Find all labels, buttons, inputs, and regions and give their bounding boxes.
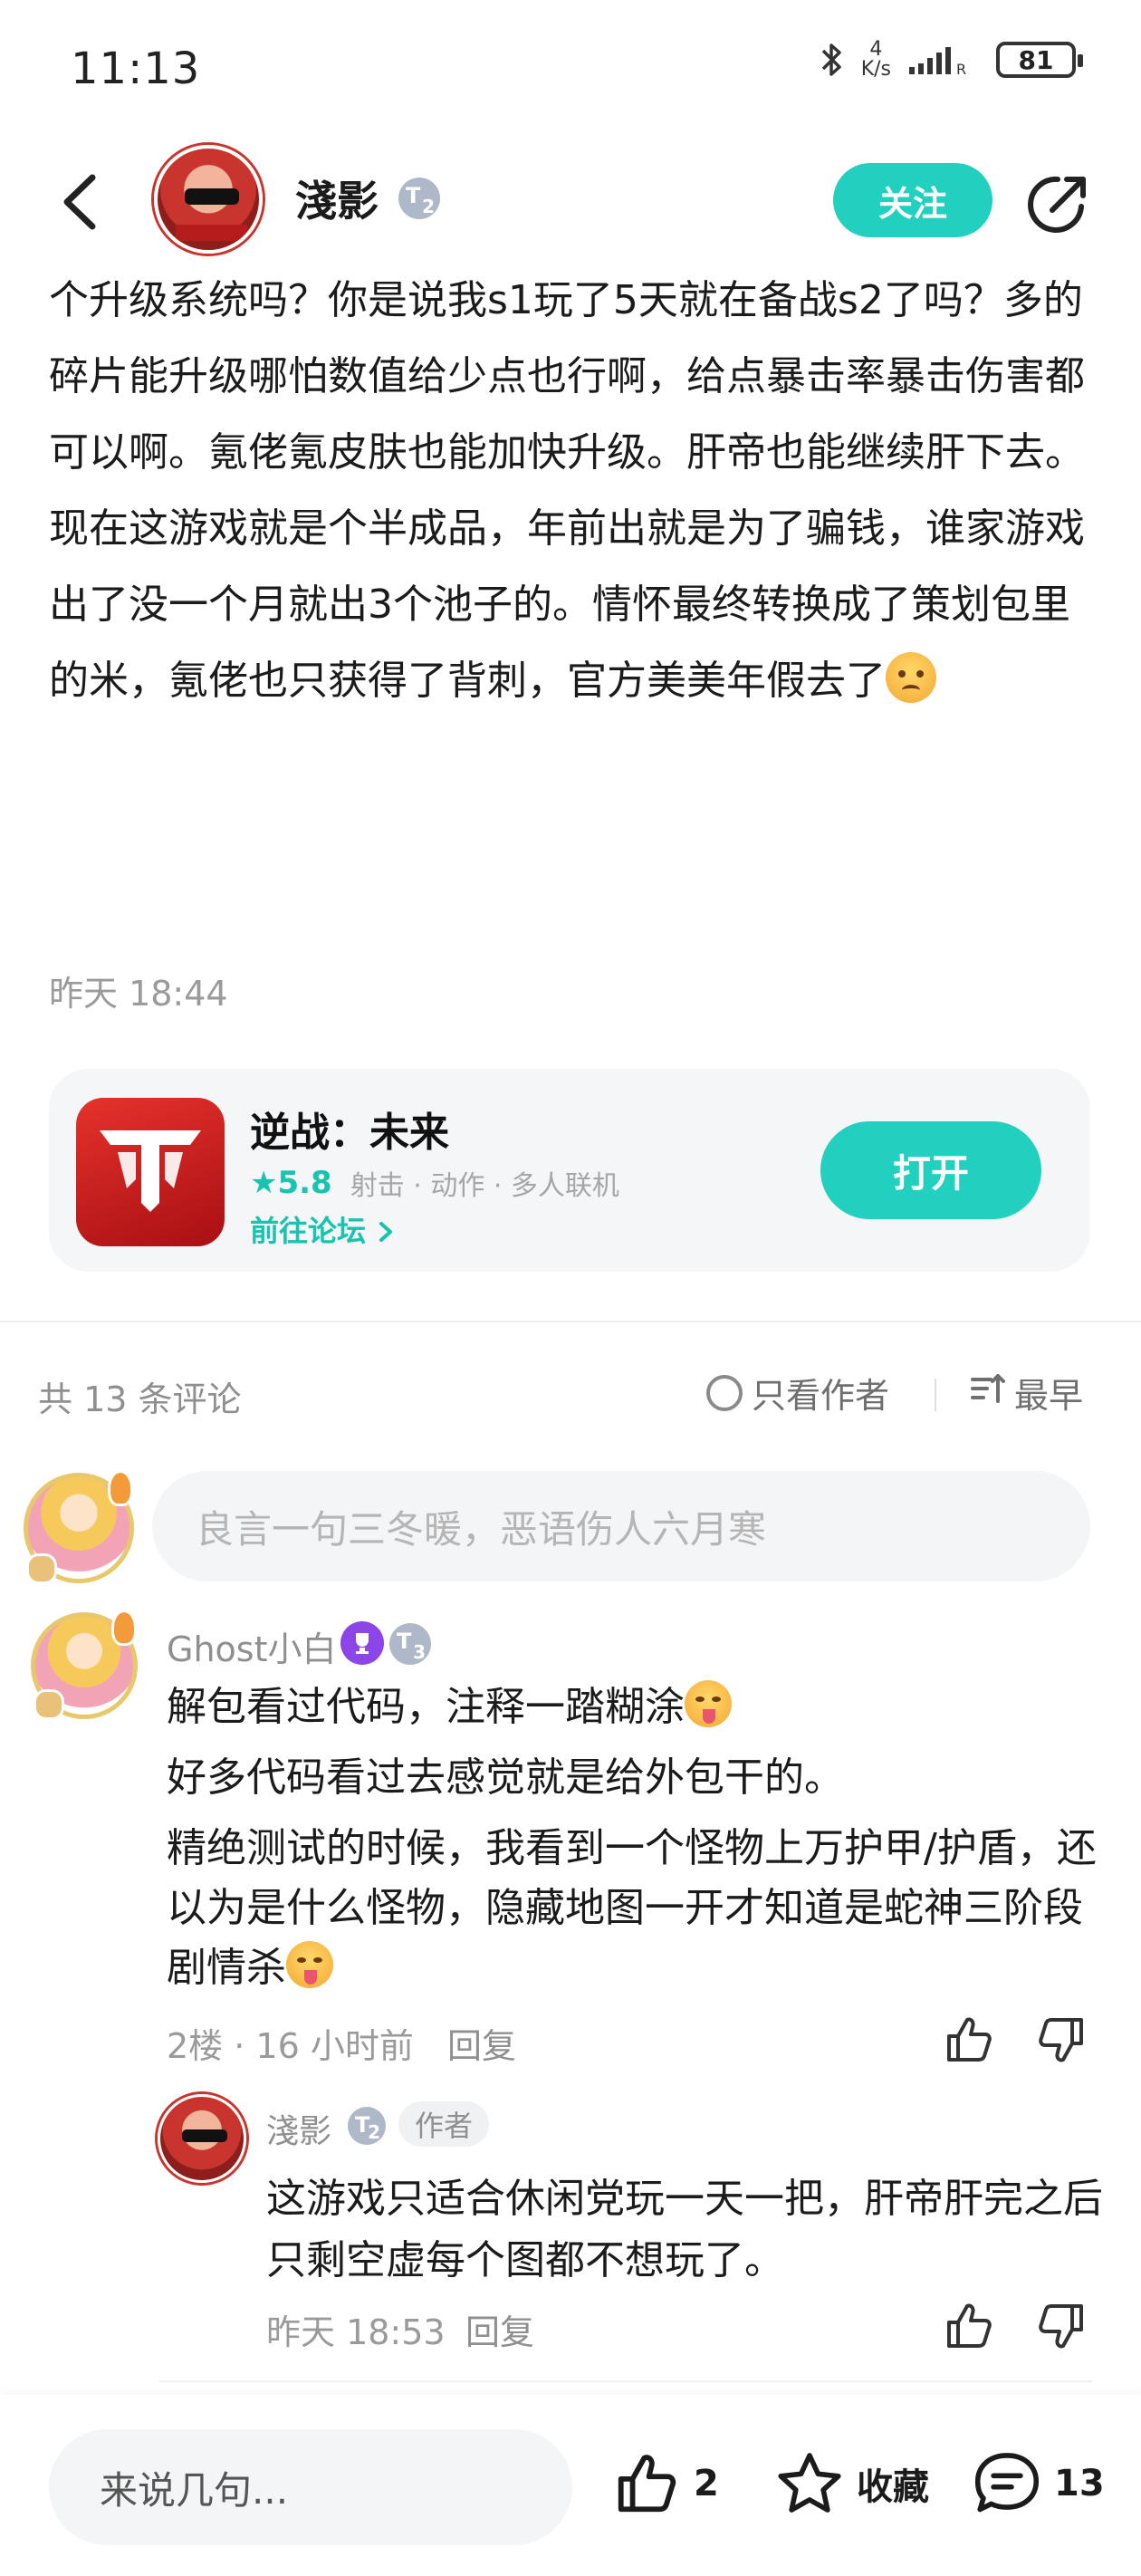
post-paragraph: 现在这游戏就是个半成品，年前出就是为了骗钱，谁家游戏出了没一个月就出3个池子的。… xyxy=(49,491,1099,719)
game-rating-value: 5.8 xyxy=(277,1165,332,1201)
author-tag: 作者 xyxy=(398,2101,490,2147)
status-bar: 11:13 4 K/s R 81 xyxy=(0,0,1141,136)
favorite-button[interactable]: 收藏 xyxy=(775,2451,929,2516)
bottom-action-bar: 来说几句... 2 收藏 13 xyxy=(0,2395,1141,2576)
author-avatar[interactable] xyxy=(154,145,263,254)
star-icon: ★ xyxy=(250,1165,278,1201)
game-tags: 射击 · 动作 · 多人联机 xyxy=(350,1170,619,1202)
reply-divider xyxy=(159,2380,1092,2382)
like-button[interactable]: 2 xyxy=(612,2451,719,2516)
thumb-up-icon[interactable] xyxy=(944,2301,994,2351)
post-time: 昨天 18:44 xyxy=(49,974,228,1014)
svg-text:R: R xyxy=(956,61,966,78)
commenter-level-badge: 3 xyxy=(389,1623,431,1665)
thumb-down-icon[interactable] xyxy=(1036,2301,1087,2351)
bottom-comment-input[interactable]: 来说几句... xyxy=(49,2429,572,2545)
reply-text: 这游戏只适合休闲党玩一天一把，肝帝肝完之后只剩空虚每个图都不想玩了。 xyxy=(266,2176,1103,2283)
forum-link-label: 前往论坛 xyxy=(250,1214,367,1248)
thumb-up-icon[interactable] xyxy=(944,2014,994,2065)
battery-icon: 81 xyxy=(996,42,1083,78)
avatar-glasses xyxy=(185,188,239,205)
avatar-banner xyxy=(176,225,248,241)
header-separator xyxy=(935,1379,936,1411)
avatar-hand-decoration xyxy=(26,1553,57,1584)
reply-username[interactable]: 淺影 xyxy=(266,2105,331,2152)
reply-reply-button[interactable]: 回复 xyxy=(465,2304,534,2354)
bluetooth-icon xyxy=(820,42,845,78)
comments-count: 共 13 条评论 xyxy=(38,1379,242,1419)
signal-icon: R xyxy=(907,42,980,78)
favorite-label: 收藏 xyxy=(857,2466,929,2508)
avatar-flame-decoration xyxy=(108,1470,133,1506)
favorite-star-icon xyxy=(775,2451,844,2516)
drool-emoji-icon xyxy=(286,1941,333,1988)
network-speed-value: 4 xyxy=(869,38,883,61)
back-icon[interactable] xyxy=(54,170,109,234)
network-speed-unit: K/s xyxy=(860,58,891,81)
trophy-badge-icon xyxy=(340,1621,384,1665)
status-icons: 4 K/s R 81 xyxy=(820,40,1083,80)
section-divider xyxy=(0,1321,1141,1322)
game-title: 逆战：未来 xyxy=(250,1110,449,1156)
sort-button[interactable]: 最早 xyxy=(969,1368,1083,1418)
commenter-username[interactable]: Ghost小白 xyxy=(167,1621,336,1671)
comment-line: 精绝测试的时候，我看到一个怪物上万护甲/护盾，还以为是什么怪物，隐藏地图一开才知… xyxy=(167,1819,1108,1998)
follow-button[interactable]: 关注 xyxy=(833,163,992,237)
game-logo-icon xyxy=(76,1098,225,1246)
comment-line: 好多代码看过去感觉就是给外包干的。 xyxy=(167,1754,844,1801)
share-icon[interactable] xyxy=(1025,170,1094,239)
post-header: 淺影 2 关注 xyxy=(0,136,1141,263)
status-time: 11:13 xyxy=(71,43,201,94)
forum-link[interactable]: 前往论坛 xyxy=(250,1208,396,1250)
avatar-glasses xyxy=(182,2129,227,2142)
network-speed: 4 K/s xyxy=(861,40,891,80)
open-game-button[interactable]: 打开 xyxy=(820,1121,1041,1219)
commenter-avatar[interactable] xyxy=(31,1610,138,1720)
only-author-label: 只看作者 xyxy=(752,1376,890,1416)
comment-reply-button[interactable]: 回复 xyxy=(447,2018,516,2068)
comment-text: 解包看过代码，注释一踏糊涂 好多代码看过去感觉就是给外包干的。 精绝测试的时候，… xyxy=(167,1677,1108,2009)
drool-emoji-icon xyxy=(685,1680,732,1727)
reply-level-badge: 2 xyxy=(348,2107,386,2145)
comment-meta: 2楼 · 16 小时前 xyxy=(167,2026,414,2066)
author-name[interactable]: 淺影 xyxy=(295,168,379,228)
comment-input[interactable]: 良言一句三冬暖，恶语伤人六月寒 xyxy=(152,1471,1090,1581)
only-author-toggle[interactable]: 只看作者 xyxy=(706,1368,889,1418)
avatar-flame-decoration xyxy=(111,1610,137,1646)
radio-icon xyxy=(706,1374,743,1411)
comment-count: 13 xyxy=(1054,2463,1105,2504)
like-count: 2 xyxy=(694,2463,719,2504)
chevron-right-icon xyxy=(376,1214,396,1248)
comment-line: 解包看过代码，注释一踏糊涂 xyxy=(167,1677,1108,1737)
game-card[interactable]: 逆战：未来 ★5.8 射击 · 动作 · 多人联机 前往论坛 打开 xyxy=(49,1069,1090,1272)
sort-label: 最早 xyxy=(1014,1376,1084,1416)
comment-bubble-icon xyxy=(973,2451,1041,2516)
sort-icon xyxy=(969,1370,1005,1415)
author-level-badge: 2 xyxy=(398,178,440,219)
sad-emoji-icon xyxy=(886,652,936,703)
avatar-hand-decoration xyxy=(34,1689,64,1720)
thumb-up-icon xyxy=(612,2451,681,2516)
post-body: 个升级系统吗？你是说我s1玩了5天就在备战s2了吗？多的碎片能升级哪怕数值给少点… xyxy=(49,263,1099,719)
game-meta: ★5.8 射击 · 动作 · 多人联机 xyxy=(250,1163,619,1203)
post-paragraph: 个升级系统吗？你是说我s1玩了5天就在备战s2了吗？多的碎片能升级哪怕数值给少点… xyxy=(49,277,1085,476)
comment-button[interactable]: 13 xyxy=(973,2451,1105,2516)
thumb-down-icon[interactable] xyxy=(1036,2014,1087,2065)
current-user-avatar xyxy=(24,1470,134,1584)
comment-line-text: 解包看过代码，注释一踏糊涂 xyxy=(167,1684,685,1730)
reply-author-avatar[interactable] xyxy=(158,2094,246,2183)
reply-time: 昨天 18:53 xyxy=(266,2312,446,2352)
game-rating: ★5.8 xyxy=(250,1165,332,1201)
